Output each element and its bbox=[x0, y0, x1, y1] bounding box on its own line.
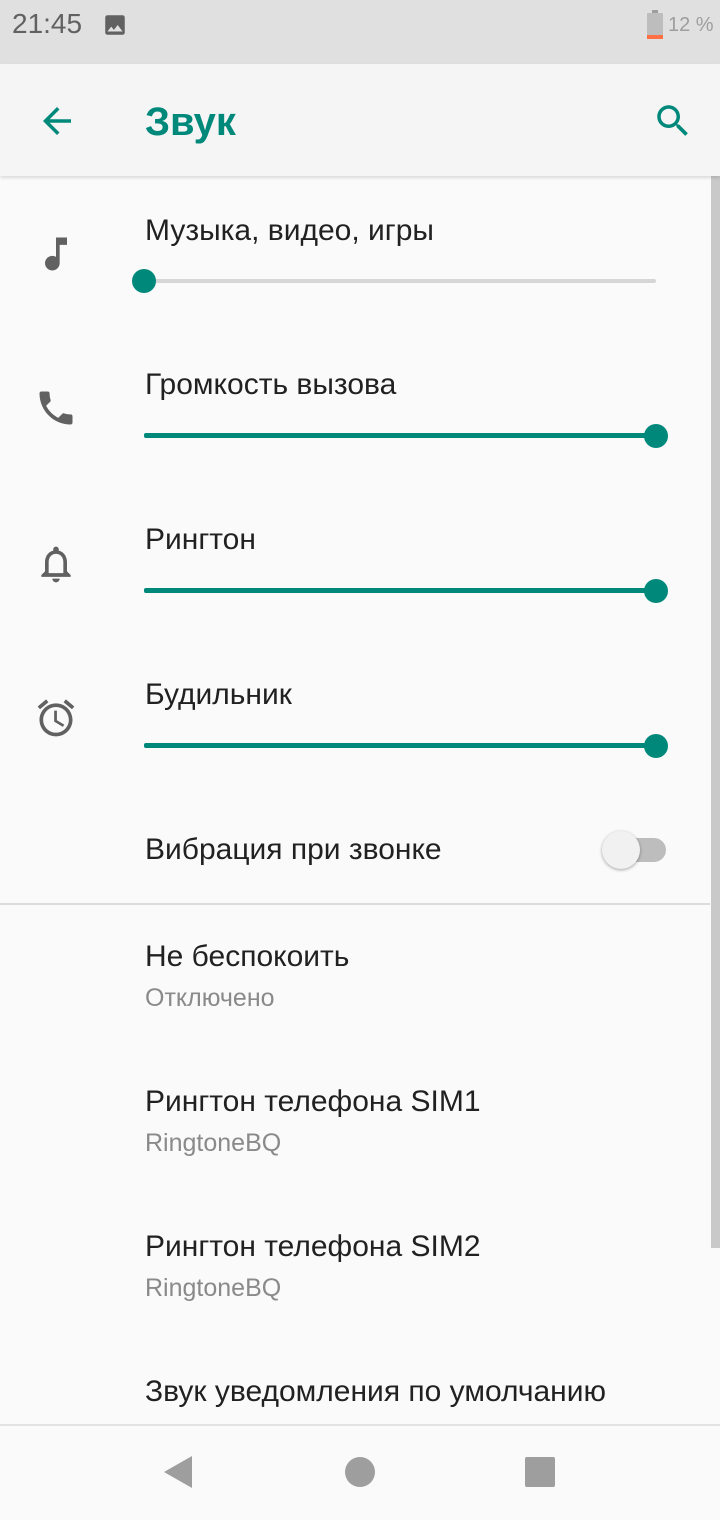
slider-fill bbox=[144, 588, 656, 593]
navigation-bar bbox=[0, 1424, 720, 1520]
alarm-volume-label: Будильник bbox=[145, 678, 292, 711]
vibration-toggle[interactable] bbox=[600, 828, 668, 872]
app-bar: Звук bbox=[0, 64, 720, 176]
alarm-clock-icon bbox=[34, 696, 78, 740]
vibration-label: Вибрация при звонке bbox=[145, 833, 442, 866]
sim2-ringtone-title: Рингтон телефона SIM2 bbox=[145, 1230, 481, 1263]
search-icon bbox=[657, 105, 688, 136]
nav-back-icon[interactable] bbox=[160, 1454, 194, 1495]
alarm-volume-slider[interactable] bbox=[144, 731, 668, 761]
sim2-ringtone-summary: RingtoneBQ bbox=[145, 1274, 282, 1302]
search-button[interactable] bbox=[652, 100, 694, 142]
image-icon bbox=[102, 12, 128, 43]
toggle-thumb bbox=[602, 831, 640, 869]
page-title: Звук bbox=[145, 100, 236, 144]
ringtone-volume-label: Рингтон bbox=[145, 523, 256, 556]
battery-icon bbox=[646, 10, 664, 45]
music-note-icon bbox=[34, 232, 78, 276]
slider-thumb[interactable] bbox=[644, 734, 668, 758]
notification-sound-title: Звук уведомления по умолчанию bbox=[145, 1375, 606, 1408]
call-volume-slider[interactable] bbox=[144, 421, 668, 451]
bell-icon bbox=[34, 542, 78, 586]
dnd-summary: Отключено bbox=[145, 984, 275, 1012]
scrollbar[interactable] bbox=[711, 176, 720, 1248]
slider-fill bbox=[144, 743, 656, 748]
slider-thumb[interactable] bbox=[644, 579, 668, 603]
arrow-back-icon bbox=[43, 107, 71, 135]
phone-icon bbox=[34, 386, 78, 430]
status-bar: 21:45 12 % bbox=[0, 0, 720, 64]
slider-fill bbox=[144, 433, 656, 438]
music-volume-slider[interactable] bbox=[132, 266, 656, 296]
dnd-title: Не беспокоить bbox=[145, 940, 350, 973]
slider-track bbox=[144, 279, 656, 283]
status-time: 21:45 bbox=[12, 8, 83, 39]
ringtone-volume-slider[interactable] bbox=[144, 576, 668, 606]
call-volume-label: Громкость вызова bbox=[145, 368, 397, 401]
slider-thumb[interactable] bbox=[132, 269, 156, 293]
nav-recents-icon[interactable] bbox=[524, 1456, 556, 1493]
back-button[interactable] bbox=[36, 100, 78, 142]
nav-home-icon[interactable] bbox=[344, 1456, 376, 1493]
slider-thumb[interactable] bbox=[644, 424, 668, 448]
sim1-ringtone-title: Рингтон телефона SIM1 bbox=[145, 1085, 481, 1118]
battery-percentage: 12 % bbox=[668, 14, 714, 36]
music-volume-label: Музыка, видео, игры bbox=[145, 214, 434, 247]
sim1-ringtone-summary: RingtoneBQ bbox=[145, 1129, 282, 1157]
section-divider bbox=[0, 903, 710, 905]
